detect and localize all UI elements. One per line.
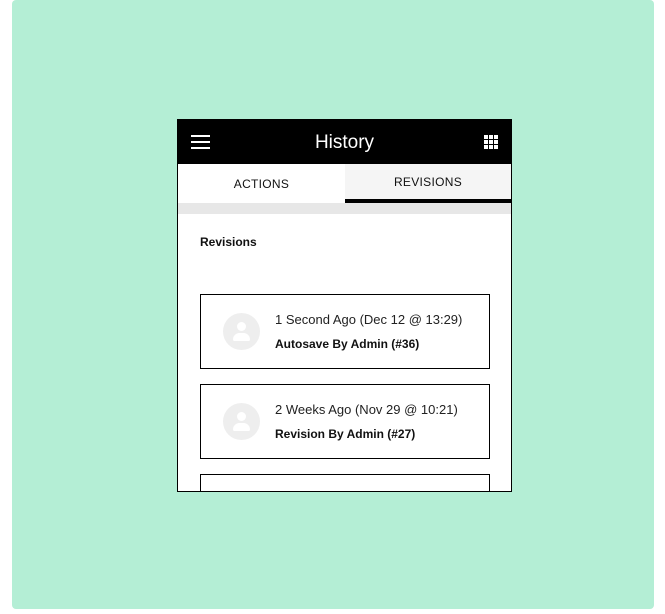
user-avatar-icon	[223, 313, 260, 350]
revision-timestamp: 1 Second Ago (Dec 12 @ 13:29)	[275, 312, 463, 327]
hamburger-menu-icon[interactable]	[191, 135, 210, 149]
app-bar: History	[178, 120, 511, 164]
tab-bar: ACTIONS REVISIONS	[178, 164, 511, 203]
revision-timestamp: 2 Weeks Ago (Nov 29 @ 10:21)	[275, 402, 458, 417]
page-title: History	[314, 132, 375, 153]
revision-card[interactable]: 1 Second Ago (Dec 12 @ 13:29) Autosave B…	[200, 294, 490, 369]
canvas-background: History ACTIONS REVISIONS Revisions 1 Se…	[12, 0, 654, 609]
tab-revisions[interactable]: REVISIONS	[345, 164, 511, 203]
grid-apps-icon[interactable]	[484, 135, 498, 149]
section-heading: Revisions	[200, 235, 257, 249]
user-avatar-icon	[223, 403, 260, 440]
revision-title: Revision By Admin (#27)	[275, 427, 416, 441]
revision-card-partial[interactable]	[200, 474, 490, 491]
tab-bar-divider	[178, 203, 511, 214]
tab-actions[interactable]: ACTIONS	[178, 164, 345, 203]
mobile-screen: History ACTIONS REVISIONS Revisions 1 Se…	[177, 119, 512, 492]
revision-title: Autosave By Admin (#36)	[275, 337, 420, 351]
revision-card[interactable]: 2 Weeks Ago (Nov 29 @ 10:21) Revision By…	[200, 384, 490, 459]
